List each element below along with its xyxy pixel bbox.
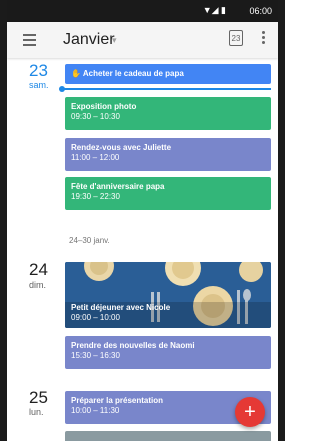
app-bar: Janvier ▾ 23 (7, 22, 278, 58)
phone-frame: ▼◢ ▮ 06:00 Janvier ▾ 23 23 sam. ✋ Achete… (0, 0, 285, 441)
event-card-with-image[interactable]: Petit déjeuner avec Nicole 09:00 – 10:00 (65, 262, 271, 328)
event-title: Rendez-vous avec Juliette (71, 143, 172, 152)
event-title: Fête d'anniversaire papa (71, 182, 165, 191)
add-event-button[interactable]: + (235, 397, 265, 427)
event-card[interactable]: Exposition photo 09:30 – 10:30 (65, 97, 271, 130)
phone-bezel-right (278, 0, 285, 441)
event-time: 09:00 – 10:00 (71, 313, 120, 322)
event-title: Préparer la présentation (71, 396, 164, 405)
event-card[interactable]: Prendre des nouvelles de Naomi 15:30 – 1… (65, 336, 271, 369)
status-time: 06:00 (249, 6, 272, 16)
event-card[interactable]: Rendez-vous avec Juliette 11:00 – 12:00 (65, 138, 271, 171)
week-range-label: 24–30 janv. (69, 236, 110, 245)
today-calendar-icon[interactable]: 23 (229, 30, 243, 46)
day-number: 23 (29, 61, 48, 80)
event-time: 19:30 – 22:30 (71, 192, 120, 201)
day-number: 24 (29, 260, 48, 279)
status-bar: ▼◢ ▮ 06:00 (7, 0, 278, 22)
reminder-icon: ✋ (71, 69, 83, 78)
event-title: Exposition photo (71, 102, 137, 111)
day-label: sam. (29, 80, 49, 90)
event-text: Petit déjeuner avec Nicole 09:00 – 10:00 (71, 303, 170, 322)
reminder-card[interactable]: ✋ Acheter le cadeau de papa (65, 64, 271, 84)
now-indicator-line (63, 88, 271, 90)
event-time: 09:30 – 10:30 (71, 112, 120, 121)
signal-battery-icon: ▼◢ ▮ (202, 5, 226, 15)
menu-icon[interactable] (23, 34, 36, 46)
month-dropdown-icon[interactable]: ▾ (112, 35, 117, 46)
more-vert-icon[interactable] (262, 31, 266, 46)
day-label: lun. (29, 407, 44, 417)
event-time: 15:30 – 16:30 (71, 351, 120, 360)
event-title: Prendre des nouvelles de Naomi (71, 341, 195, 350)
phone-bezel-left (0, 0, 7, 441)
screen: ▼◢ ▮ 06:00 Janvier ▾ 23 23 sam. ✋ Achete… (7, 0, 278, 441)
event-card[interactable]: Fête d'anniversaire papa 19:30 – 22:30 (65, 177, 271, 210)
day-number: 25 (29, 388, 48, 407)
event-card-partial[interactable] (65, 431, 271, 441)
event-title: Petit déjeuner avec Nicole (71, 303, 171, 312)
day-label: dim. (29, 280, 47, 290)
reminder-label: ✋ Acheter le cadeau de papa (71, 69, 184, 78)
event-time: 11:00 – 12:00 (71, 153, 120, 162)
month-title[interactable]: Janvier (63, 31, 115, 49)
